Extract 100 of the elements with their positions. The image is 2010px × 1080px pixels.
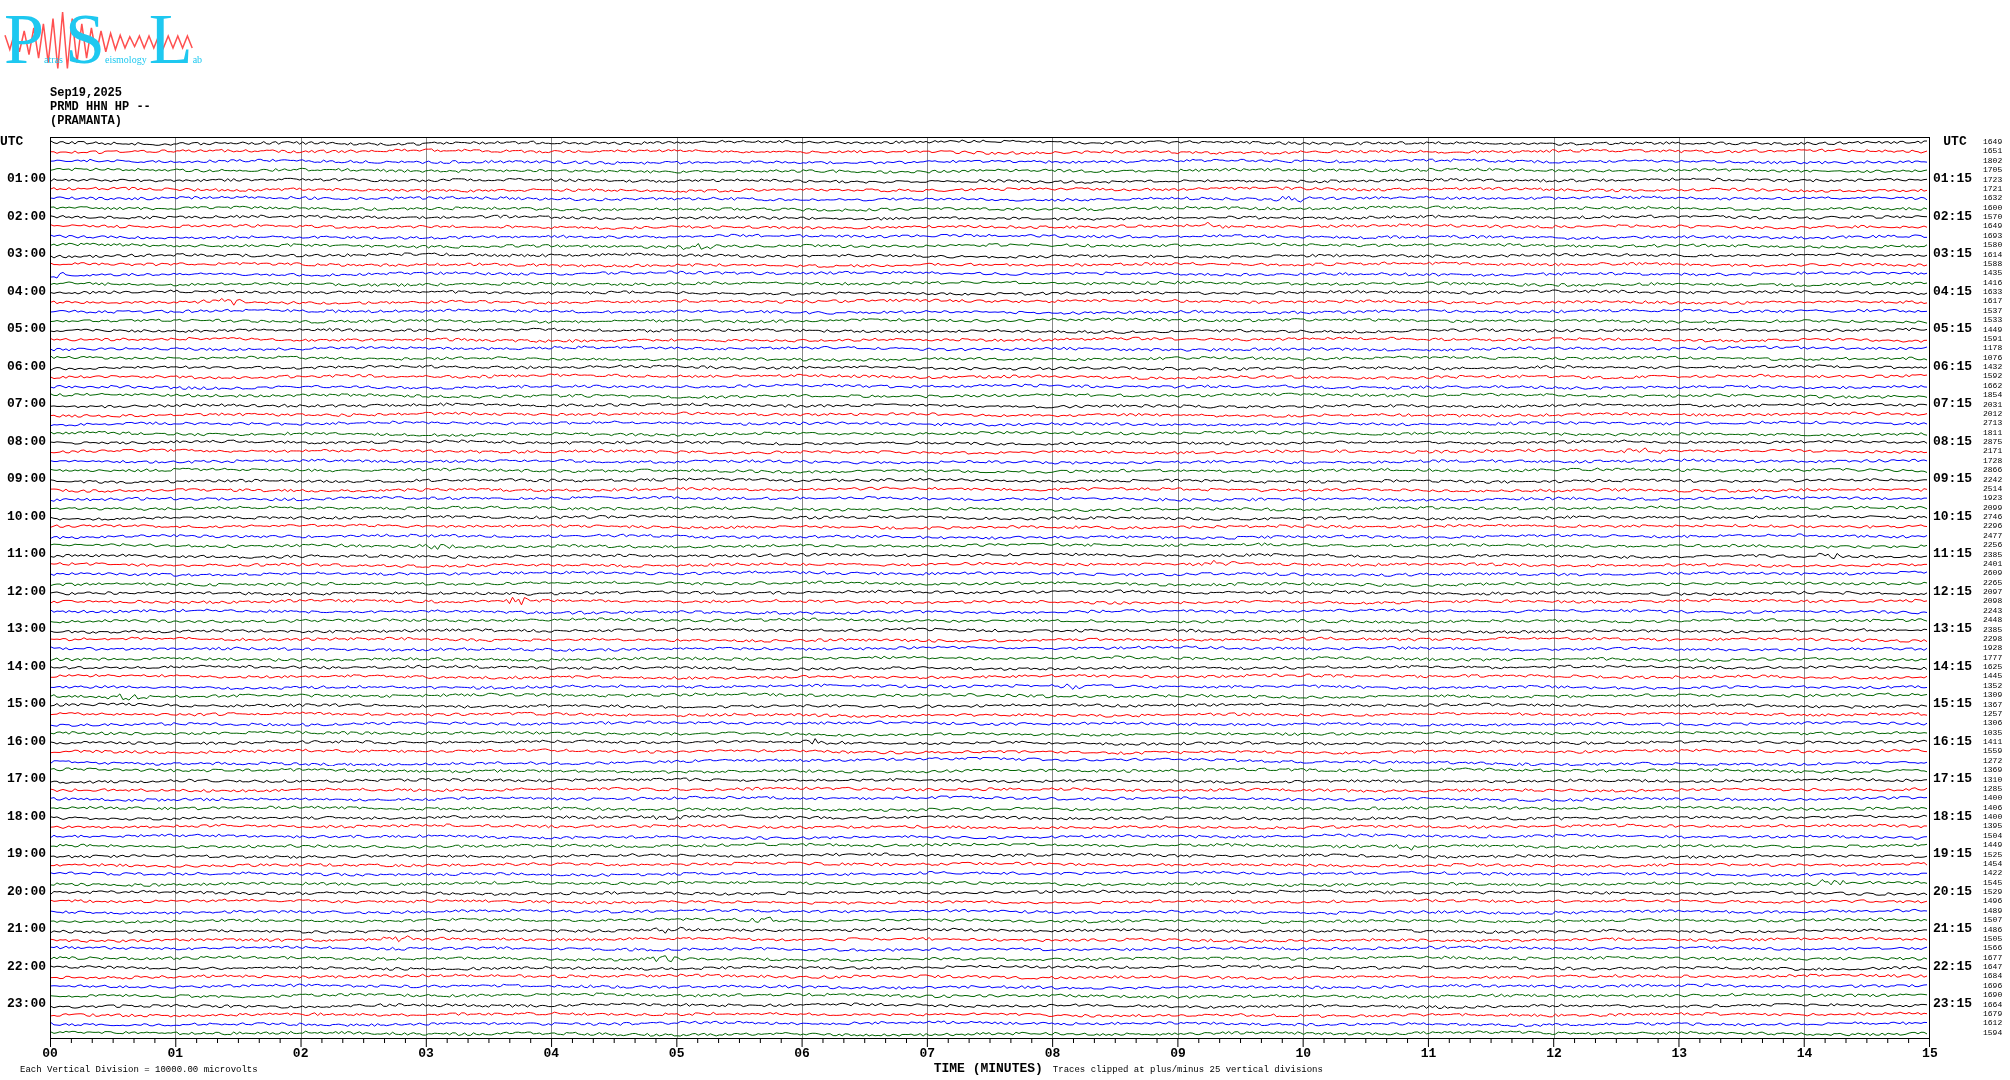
trace-count: 2385 bbox=[1982, 549, 2004, 559]
trace-count: 1505 bbox=[1982, 933, 2004, 944]
trace-count: 2171 bbox=[1982, 446, 2004, 456]
site-label: (PRAMANTA) bbox=[50, 114, 123, 128]
trace-count: 1257 bbox=[1982, 708, 2004, 719]
trace-count: 1529 bbox=[1982, 887, 2004, 897]
hour-label: 11:15 bbox=[1933, 547, 1972, 562]
trace-count: 2448 bbox=[1982, 615, 2004, 625]
trace-count: 2296 bbox=[1982, 521, 2004, 531]
trace-count: 2242 bbox=[1982, 474, 2004, 484]
hour-label: 09:15 bbox=[1933, 472, 1972, 487]
hour-label: 17:15 bbox=[1933, 772, 1972, 787]
hour-label: 22:00 bbox=[7, 959, 46, 974]
trace-count: 1559 bbox=[1982, 746, 2004, 756]
utc-label: UTC bbox=[1943, 134, 1967, 149]
hour-label: 03:15 bbox=[1933, 247, 1972, 262]
hour-label: 16:15 bbox=[1933, 734, 1972, 749]
hour-label: 19:15 bbox=[1933, 847, 1972, 862]
trace-count: 1690 bbox=[1982, 990, 2004, 1000]
trace-count: 1400 bbox=[1982, 793, 2004, 803]
utc-label: UTC bbox=[0, 134, 24, 149]
hour-label: 12:15 bbox=[1933, 584, 1972, 599]
hour-label: 20:00 bbox=[7, 884, 46, 899]
trace-count: 1588 bbox=[1982, 258, 2004, 269]
minute-label: 03 bbox=[417, 1047, 435, 1061]
hour-label: 08:15 bbox=[1933, 434, 1972, 449]
trace-count: 2031 bbox=[1982, 399, 2004, 409]
axis-title: TIME (MINUTES) bbox=[933, 1061, 1043, 1076]
trace-count: 2243 bbox=[1982, 605, 2004, 616]
trace-count: 1445 bbox=[1982, 671, 2004, 681]
trace-count: 1489 bbox=[1982, 905, 2004, 916]
trace-count: 1923 bbox=[1982, 493, 2004, 503]
trace-count: 1777 bbox=[1982, 652, 2004, 662]
hour-label: 02:15 bbox=[1933, 209, 1972, 224]
trace-count: 1035 bbox=[1982, 727, 2004, 737]
hour-label: 06:15 bbox=[1933, 359, 1972, 374]
trace-count: 2514 bbox=[1982, 483, 2004, 494]
trace-count: 1310 bbox=[1982, 774, 2004, 784]
trace-count: 1367 bbox=[1982, 699, 2004, 709]
minute-label: 12 bbox=[1545, 1047, 1563, 1061]
minute-label: 13 bbox=[1670, 1047, 1689, 1061]
trace-count: 1649 bbox=[1982, 137, 2004, 147]
minute-label: 08 bbox=[1043, 1047, 1062, 1061]
trace-count: 1811 bbox=[1982, 427, 2004, 437]
minute-label: 11 bbox=[1419, 1047, 1438, 1061]
minute-label: 06 bbox=[793, 1047, 811, 1061]
minute-label: 05 bbox=[667, 1047, 686, 1061]
trace-count: 1693 bbox=[1982, 230, 2004, 241]
hour-label: 23:15 bbox=[1933, 997, 1972, 1012]
minute-label: 10 bbox=[1294, 1047, 1313, 1061]
trace-count: 1369 bbox=[1982, 765, 2004, 775]
trace-count: 1617 bbox=[1982, 296, 2004, 306]
trace-count: 1649 bbox=[1982, 221, 2004, 231]
trace-count: 1625 bbox=[1982, 662, 2004, 672]
trace-count: 1309 bbox=[1982, 690, 2004, 700]
trace-count: 1580 bbox=[1982, 240, 2004, 250]
minute-label: 01 bbox=[166, 1047, 185, 1061]
hour-label: 16:00 bbox=[7, 734, 46, 749]
trace-count: 1406 bbox=[1982, 802, 2004, 812]
trace-count: 1612 bbox=[1982, 1018, 2004, 1028]
trace-count: 1594 bbox=[1982, 1027, 2004, 1037]
trace-count: 2098 bbox=[1982, 596, 2004, 606]
trace-count: 2609 bbox=[1982, 568, 2004, 578]
logo-word: ab bbox=[192, 54, 203, 65]
trace-count: 1352 bbox=[1982, 680, 2004, 691]
hour-label: 07:15 bbox=[1933, 397, 1972, 412]
trace-count: 1411 bbox=[1982, 737, 2004, 747]
trace-count: 1566 bbox=[1982, 943, 2004, 953]
hour-label: 18:00 bbox=[7, 809, 46, 824]
trace-count: 1721 bbox=[1982, 183, 2004, 194]
trace-count: 1802 bbox=[1982, 155, 2004, 166]
trace-count: 1449 bbox=[1982, 840, 2004, 850]
trace-count: 2012 bbox=[1982, 408, 2004, 419]
trace-count: 2713 bbox=[1982, 418, 2004, 428]
trace-count: 1533 bbox=[1982, 315, 2004, 325]
trace-count: 1591 bbox=[1982, 333, 2004, 344]
hour-label: 13:15 bbox=[1933, 622, 1972, 637]
trace-count: 1400 bbox=[1982, 812, 2004, 822]
trace-count: 1449 bbox=[1982, 324, 2004, 334]
trace-count: 2875 bbox=[1982, 437, 2004, 447]
minute-label: 00 bbox=[41, 1047, 59, 1061]
trace-count: 1272 bbox=[1982, 755, 2004, 766]
hour-label: 04:15 bbox=[1933, 284, 1972, 299]
hour-label: 18:15 bbox=[1933, 809, 1972, 824]
date-label: Sep19,2025 bbox=[50, 86, 123, 100]
hour-label: 21:15 bbox=[1933, 922, 1972, 937]
hour-label: 12:00 bbox=[7, 584, 46, 599]
trace-count: 1507 bbox=[1982, 915, 2004, 925]
hour-label: 21:00 bbox=[7, 922, 46, 937]
trace-count: 1537 bbox=[1982, 305, 2004, 316]
minute-label: 07 bbox=[918, 1047, 937, 1061]
logo-word: eismology bbox=[105, 54, 147, 65]
trace-count: 1432 bbox=[1982, 362, 2004, 372]
hour-label: 10:15 bbox=[1933, 509, 1972, 524]
trace-count: 1600 bbox=[1982, 202, 2004, 212]
trace-count: 1486 bbox=[1982, 924, 2004, 934]
minute-label: 14 bbox=[1795, 1047, 1814, 1061]
trace-count: 1570 bbox=[1982, 212, 2004, 222]
minute-label: 04 bbox=[542, 1047, 561, 1061]
trace-count: 2256 bbox=[1982, 540, 2004, 550]
